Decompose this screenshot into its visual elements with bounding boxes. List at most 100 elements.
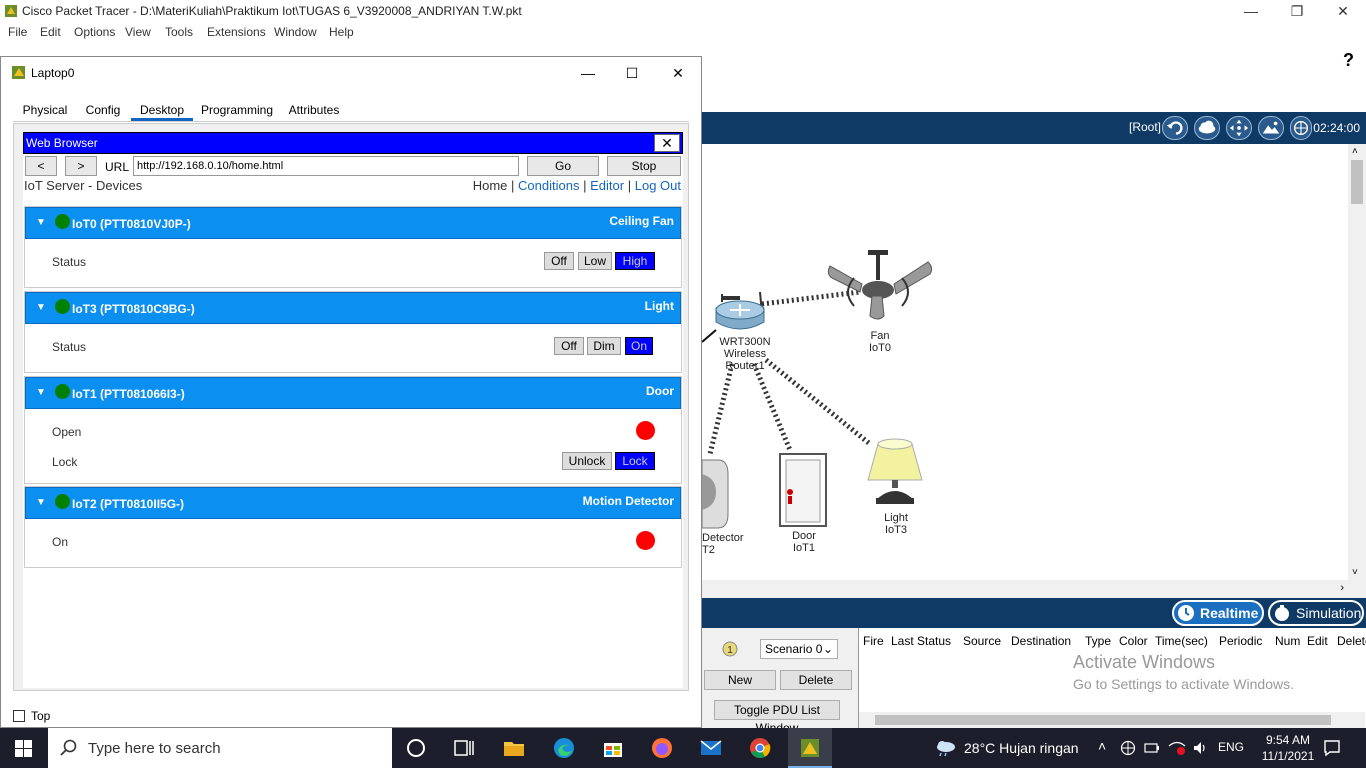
door-lock-button[interactable]: Lock xyxy=(615,452,655,470)
menu-view[interactable]: View xyxy=(125,25,151,39)
help-icon[interactable]: ? xyxy=(1343,50,1354,71)
menu-help[interactable]: Help xyxy=(329,25,354,39)
col-delete[interactable]: Delete xyxy=(1337,634,1366,648)
tab-physical[interactable]: Physical xyxy=(13,99,77,121)
file-explorer-icon[interactable] xyxy=(502,736,526,760)
go-button[interactable]: Go xyxy=(527,156,599,176)
device-header[interactable]: ▼ IoT3 (PTT0810C9BG-) Light xyxy=(25,292,681,324)
volume-icon[interactable] xyxy=(1192,740,1208,756)
always-on-top-checkbox[interactable]: Top xyxy=(13,709,50,723)
weather-cloud-rain-icon[interactable] xyxy=(934,739,956,757)
scroll-down-icon[interactable]: ˅ xyxy=(1352,567,1358,578)
pdu-horizontal-scrollbar[interactable] xyxy=(859,712,1365,728)
edge-browser-icon[interactable] xyxy=(552,736,576,760)
menu-edit[interactable]: Edit xyxy=(40,25,61,39)
firefox-icon[interactable] xyxy=(650,736,674,760)
browser-close-button[interactable]: ✕ xyxy=(654,134,680,152)
col-time[interactable]: Time(sec) xyxy=(1155,634,1208,648)
taskbar-search-box[interactable]: Type here to search xyxy=(48,728,392,768)
delete-scenario-button[interactable]: Delete xyxy=(780,670,852,690)
nav-editor[interactable]: Editor xyxy=(590,178,624,193)
fan-low-button[interactable]: Low xyxy=(578,252,612,270)
canvas-horizontal-scrollbar[interactable]: › xyxy=(702,580,1366,598)
scroll-thumb[interactable] xyxy=(1351,160,1363,204)
col-type[interactable]: Type xyxy=(1085,634,1111,648)
scenario-select[interactable]: Scenario 0 ⌄ xyxy=(760,639,838,659)
col-last-status[interactable]: Last Status xyxy=(891,634,951,648)
app-restore-button[interactable]: ❐ xyxy=(1274,0,1320,22)
browser-back-button[interactable]: < xyxy=(25,156,57,176)
language-indicator[interactable]: ENG xyxy=(1218,740,1244,754)
microsoft-store-icon[interactable] xyxy=(601,736,625,760)
battery-icon[interactable] xyxy=(1144,740,1160,756)
tab-desktop[interactable]: Desktop xyxy=(131,99,193,121)
tab-attributes[interactable]: Attributes xyxy=(281,99,347,121)
chevron-down-icon[interactable]: ▼ xyxy=(36,302,46,313)
app-minimize-button[interactable]: — xyxy=(1228,0,1274,22)
new-scenario-button[interactable]: New xyxy=(704,670,776,690)
scroll-up-icon[interactable]: ˄ xyxy=(1352,146,1358,157)
col-num[interactable]: Num xyxy=(1275,634,1300,648)
menu-file[interactable]: File xyxy=(8,25,27,39)
notification-center-icon[interactable] xyxy=(1322,738,1342,758)
info-icon[interactable]: 1 xyxy=(722,641,738,657)
tab-config[interactable]: Config xyxy=(77,99,129,121)
device-header[interactable]: ▼ IoT0 (PTT0810VJ0P-) Ceiling Fan xyxy=(25,207,681,239)
taskbar-clock[interactable]: 9:54 AM 11/1/2021 xyxy=(1258,732,1318,764)
task-view-icon[interactable] xyxy=(452,736,476,760)
checkbox-icon[interactable] xyxy=(13,710,25,722)
toggle-pdu-list-button[interactable]: Toggle PDU List Window xyxy=(714,700,840,735)
col-fire[interactable]: Fire xyxy=(863,634,884,648)
device-header[interactable]: ▼ IoT2 (PTT0810II5G-) Motion Detector xyxy=(25,487,681,519)
landscape-icon[interactable] xyxy=(1258,116,1284,140)
menu-window[interactable]: Window xyxy=(274,25,317,39)
door-unlock-button[interactable]: Unlock xyxy=(562,452,612,470)
laptop-maximize-button[interactable]: ☐ xyxy=(609,61,655,85)
cortana-icon[interactable] xyxy=(404,736,428,760)
chevron-down-icon[interactable]: ▼ xyxy=(36,217,46,228)
chevron-down-icon[interactable]: ▼ xyxy=(36,497,46,508)
col-edit[interactable]: Edit xyxy=(1307,634,1328,648)
browser-forward-button[interactable]: > xyxy=(65,156,97,176)
tab-programming[interactable]: Programming xyxy=(195,99,279,121)
logical-workspace-canvas[interactable]: WRT300N Wireless Router1 Fan IoT0 Detector… xyxy=(702,144,1348,580)
menu-options[interactable]: Options xyxy=(74,25,115,39)
taskbar-packet-tracer-active[interactable] xyxy=(788,728,832,768)
light-dim-button[interactable]: Dim xyxy=(587,337,621,355)
nav-logout[interactable]: Log Out xyxy=(635,178,681,193)
light-off-button[interactable]: Off xyxy=(554,337,584,355)
col-color[interactable]: Color xyxy=(1119,634,1148,648)
cloud-icon[interactable] xyxy=(1194,116,1220,140)
simulation-mode-button[interactable]: Simulation xyxy=(1268,600,1364,626)
canvas-vertical-scrollbar[interactable]: ˄ ˅ xyxy=(1348,144,1366,580)
globe-icon[interactable] xyxy=(1290,116,1312,140)
chrome-icon[interactable] xyxy=(748,736,772,760)
col-periodic[interactable]: Periodic xyxy=(1219,634,1262,648)
start-button[interactable] xyxy=(0,728,48,768)
scroll-right-icon[interactable]: › xyxy=(1340,582,1344,594)
app-close-button[interactable]: ✕ xyxy=(1320,0,1366,22)
wifi-disconnected-icon[interactable] xyxy=(1168,740,1186,756)
weather-text[interactable]: 28°C Hujan ringan xyxy=(964,740,1079,756)
laptop-close-button[interactable]: ✕ xyxy=(655,61,701,85)
nav-conditions[interactable]: Conditions xyxy=(518,178,579,193)
chevron-down-icon[interactable]: ▼ xyxy=(36,387,46,398)
device-header[interactable]: ▼ IoT1 (PTT081066I3-) Door xyxy=(25,377,681,409)
nav-home[interactable]: Home xyxy=(473,178,508,193)
col-destination[interactable]: Destination xyxy=(1011,634,1071,648)
mail-icon[interactable] xyxy=(699,736,723,760)
fan-high-button[interactable]: High xyxy=(615,252,655,270)
menu-extensions[interactable]: Extensions xyxy=(207,25,266,39)
fan-off-button[interactable]: Off xyxy=(544,252,574,270)
chevron-up-icon[interactable]: ˄ xyxy=(1098,738,1106,754)
light-on-button[interactable]: On xyxy=(625,337,653,355)
url-input[interactable] xyxy=(133,156,519,176)
back-navigation-icon[interactable] xyxy=(1162,116,1188,140)
laptop-minimize-button[interactable]: — xyxy=(565,61,611,85)
move-icon[interactable] xyxy=(1226,116,1252,140)
menu-tools[interactable]: Tools xyxy=(165,25,193,39)
stop-button[interactable]: Stop xyxy=(607,156,681,176)
realtime-mode-button[interactable]: Realtime xyxy=(1172,600,1264,626)
col-source[interactable]: Source xyxy=(963,634,1001,648)
scroll-thumb[interactable] xyxy=(875,715,1331,725)
